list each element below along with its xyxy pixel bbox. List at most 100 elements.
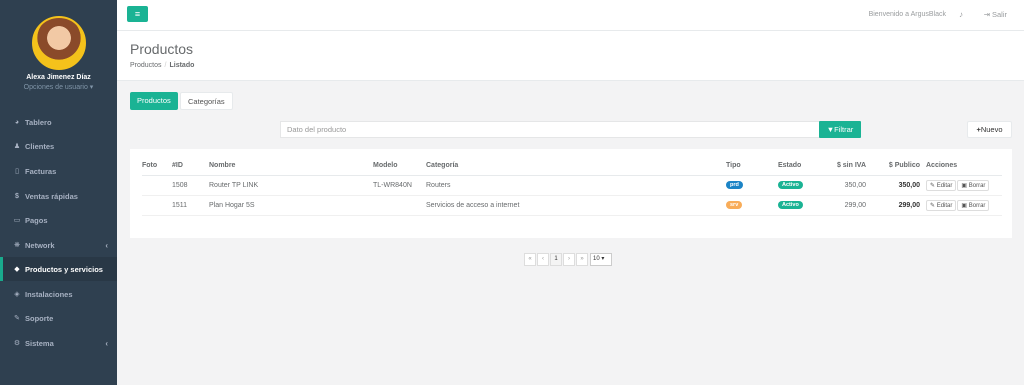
menu-toggle-button[interactable]: ≡ — [127, 6, 148, 22]
search-input[interactable]: Dato del producto — [280, 121, 820, 138]
trash-icon: ▣ — [961, 202, 968, 209]
public-price-cell: 350,00 — [872, 175, 926, 196]
logout-link[interactable]: ⇥ Salir — [984, 10, 1007, 19]
id-cell: 1508 — [172, 175, 209, 196]
sidebar-item-network[interactable]: ❋ Network ‹ — [0, 233, 117, 257]
tab-categorias[interactable]: Categorías — [180, 92, 233, 110]
category-cell: Routers — [426, 175, 726, 196]
type-badge: srv — [726, 201, 743, 209]
delete-button[interactable]: ▣ Borrar — [957, 199, 990, 211]
network-icon: ❋ — [14, 242, 20, 249]
table-header-row: Foto #ID Nombre Modelo Categoría Tipo Es… — [142, 157, 1002, 176]
page-first-button[interactable]: « — [524, 253, 536, 266]
user-name[interactable]: Alexa Jimenez Díaz — [0, 74, 117, 81]
users-icon: ♟ — [13, 143, 21, 150]
breadcrumb-current: Listado — [169, 62, 195, 69]
filter-button[interactable]: ▼Filtrar — [819, 121, 861, 138]
edit-icon: ✎ — [930, 182, 936, 189]
logout-label: Salir — [991, 10, 1007, 19]
sidebar-item-label: Productos y servicios — [25, 264, 103, 274]
type-badge: prd — [726, 181, 743, 189]
page-size-select[interactable]: 10 ▾ — [590, 253, 612, 266]
sidebar-item-sistema[interactable]: ⚙ Sistema ‹ — [0, 331, 117, 355]
money-icon: ▭ — [13, 217, 21, 224]
sidebar-item-label: Clientes — [25, 141, 55, 151]
welcome-text: Bienvenido a ArgusBlack — [868, 11, 946, 18]
table-row: 1508 Router TP LINK TL-WR840N Routers pr… — [142, 175, 1002, 196]
edit-label: Editar — [936, 182, 953, 189]
id-cell: 1511 — [172, 195, 209, 216]
page-next-button[interactable]: › — [563, 253, 575, 266]
name-cell: Plan Hogar 5S — [209, 195, 373, 216]
table-row: 1511 Plan Hogar 5S Servicios de acceso a… — [142, 195, 1002, 216]
sidebar-item-clientes[interactable]: ♟ Clientes — [0, 134, 117, 158]
tachometer-icon: ◕ — [14, 118, 20, 126]
sidebar-item-label: Facturas — [25, 166, 57, 176]
actions-cell: ✎ Editar ▣ Borrar — [926, 175, 1002, 196]
chevron-left-icon: ‹ — [105, 338, 108, 348]
price-no-tax-cell: 299,00 — [818, 195, 872, 216]
filter-icon: ▼ — [826, 125, 835, 134]
edit-button[interactable]: ✎ Editar — [926, 179, 957, 191]
top-bar: ≡ Bienvenido a ArgusBlack ♪ ⇥ Salir — [117, 0, 1024, 31]
category-cell: Servicios de acceso a internet — [426, 195, 726, 216]
name-cell: Router TP LINK — [209, 175, 373, 196]
profile-panel: Alexa Jimenez Díaz Opciones de usuario ▾ — [0, 0, 117, 103]
edit-label: Editar — [936, 202, 953, 209]
column-header-tipo: Tipo — [726, 157, 778, 176]
price-no-tax-cell: 350,00 — [818, 175, 872, 196]
chevron-left-icon: ‹ — [105, 240, 108, 250]
delete-button[interactable]: ▣ Borrar — [957, 179, 990, 191]
trash-icon: ▣ — [961, 182, 968, 189]
tab-productos[interactable]: Productos — [130, 92, 178, 110]
public-price-cell: 299,00 — [872, 195, 926, 216]
breadcrumb: Productos / Listado — [130, 62, 194, 69]
new-label: Nuevo — [980, 125, 1003, 134]
delete-label: Borrar — [968, 182, 986, 189]
bell-icon[interactable]: ♪ — [959, 10, 963, 19]
new-button[interactable]: +Nuevo — [967, 121, 1012, 138]
sidebar-item-label: Network — [25, 240, 55, 250]
column-header-categoria: Categoría — [426, 157, 726, 176]
status-cell: Activo — [778, 195, 818, 216]
sidebar-item-label: Pagos — [25, 215, 48, 225]
sidebar-item-label: Sistema — [25, 338, 54, 348]
type-cell: srv — [726, 195, 778, 216]
sidebar: Alexa Jimenez Díaz Opciones de usuario ▾… — [0, 0, 117, 385]
page-last-button[interactable]: » — [576, 253, 588, 266]
column-header-id: #ID — [172, 157, 209, 176]
column-header-nombre: Nombre — [209, 157, 373, 176]
page-current-button[interactable]: 1 — [550, 253, 562, 266]
page-heading: Productos Productos / Listado — [117, 31, 1024, 81]
sidebar-item-ventas-rapidas[interactable]: $ Ventas rápidas — [0, 184, 117, 208]
sidebar-item-productos-servicios[interactable]: ◆ Productos y servicios — [0, 257, 117, 281]
dollar-icon: $ — [15, 192, 19, 200]
cogs-icon: ⚙ — [13, 340, 21, 347]
type-cell: prd — [726, 175, 778, 196]
tags-icon: ◆ — [14, 266, 20, 273]
wrench-icon: ✎ — [14, 315, 20, 322]
page-prev-button[interactable]: ‹ — [537, 253, 549, 266]
status-cell: Activo — [778, 175, 818, 196]
photo-cell — [142, 175, 172, 196]
sidebar-item-pagos[interactable]: ▭ Pagos — [0, 208, 117, 232]
breadcrumb-separator: / — [164, 62, 167, 69]
actions-cell: ✎ Editar ▣ Borrar — [926, 195, 1002, 216]
pagination: « ‹ 1 › » 10 ▾ — [524, 253, 612, 266]
delete-label: Borrar — [968, 202, 986, 209]
sidebar-item-tablero[interactable]: ◕ Tablero — [0, 110, 117, 134]
breadcrumb-productos[interactable]: Productos — [130, 62, 162, 69]
edit-button[interactable]: ✎ Editar — [926, 199, 957, 211]
status-badge: Activo — [778, 181, 803, 189]
status-badge: Activo — [778, 201, 803, 209]
avatar[interactable] — [31, 16, 86, 70]
sign-out-icon: ⇥ — [983, 10, 990, 19]
sidebar-item-label: Soporte — [25, 313, 54, 323]
page-title: Productos — [130, 41, 194, 57]
photo-cell — [142, 195, 172, 216]
user-options-dropdown[interactable]: Opciones de usuario ▾ — [0, 83, 117, 91]
sidebar-item-soporte[interactable]: ✎ Soporte — [0, 306, 117, 330]
sidebar-item-facturas[interactable]: ▯ Facturas — [0, 159, 117, 183]
sidebar-item-instalaciones[interactable]: ◈ Instalaciones — [0, 282, 117, 306]
column-header-publico: $ Publico — [872, 157, 926, 176]
